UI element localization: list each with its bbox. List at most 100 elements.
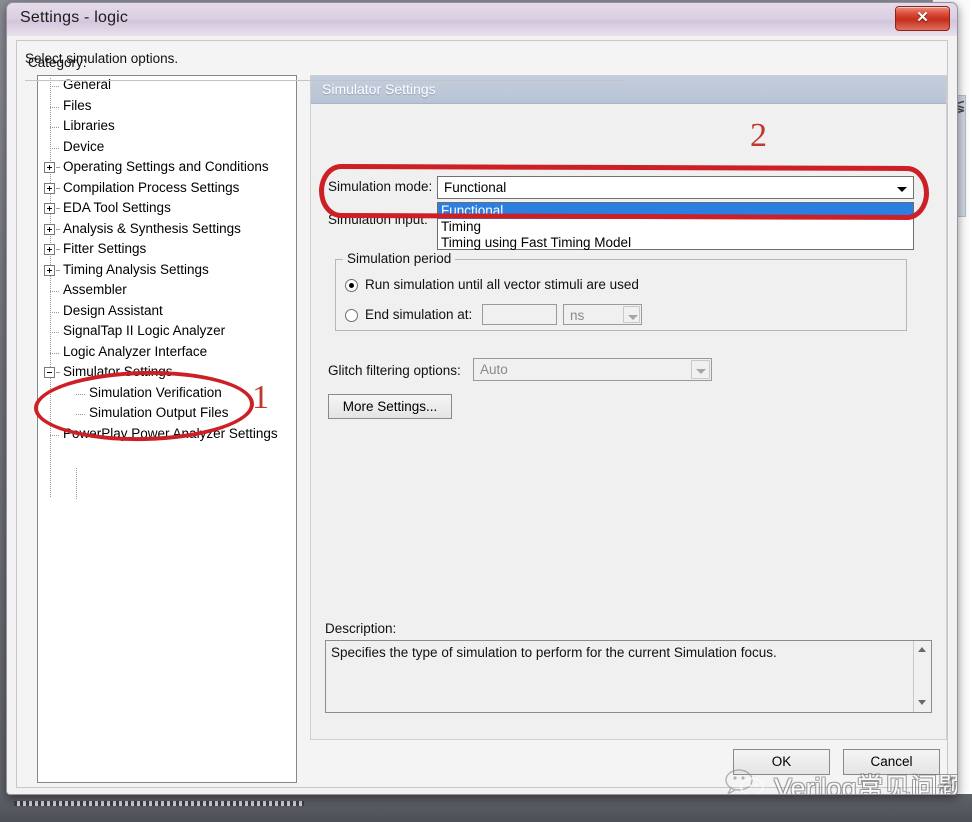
sidebar-item-label: Timing Analysis Settings — [63, 261, 209, 277]
expand-icon[interactable] — [44, 223, 55, 235]
sidebar-item-assembler[interactable]: Assembler — [38, 281, 296, 302]
sidebar-item-label: Files — [63, 97, 92, 113]
simulation-mode-dropdown-list[interactable]: Functional Timing Timing using Fast Timing… — [437, 202, 914, 250]
simulation-mode-value: Functional — [444, 180, 507, 195]
radio-run-until-all-vectors[interactable] — [345, 279, 358, 292]
sidebar-item-label: Simulator Settings — [63, 364, 173, 379]
panel-subtitle: Select simulation options. — [25, 51, 179, 66]
sidebar-item-label: Device — [63, 138, 105, 154]
desktop-bottom-strip — [0, 794, 972, 822]
description-label: Description: — [325, 621, 397, 636]
more-settings-label: More Settings... — [342, 399, 438, 414]
ok-label: OK — [771, 754, 792, 769]
description-scrollbar[interactable] — [913, 641, 931, 712]
title-bar[interactable]: Settings - logic ✕ — [7, 3, 957, 37]
glitch-filtering-combo[interactable]: Auto — [473, 358, 712, 381]
expand-icon[interactable] — [44, 244, 55, 255]
tree-connector — [50, 127, 59, 128]
tree-connector — [56, 228, 60, 230]
scroll-down-icon[interactable] — [915, 696, 929, 710]
radio-end-simulation-at[interactable] — [345, 309, 358, 322]
sidebar-item-simulation-verification[interactable]: Simulation Verification — [38, 384, 296, 405]
expand-icon[interactable] — [44, 203, 55, 214]
desktop-dotted-line — [14, 801, 304, 806]
sidebar-item-label: Design Assistant — [63, 302, 163, 318]
cancel-button[interactable]: Cancel — [843, 749, 940, 775]
scroll-up-icon[interactable] — [915, 643, 929, 657]
tree-connector — [50, 106, 59, 108]
sidebar-item-label: EDA Tool Settings — [63, 200, 171, 215]
sidebar-item-eda-tool-settings[interactable]: EDA Tool Settings — [38, 199, 296, 220]
close-button[interactable]: ✕ — [895, 6, 950, 31]
sidebar-item-label: Simulation Verification — [89, 384, 222, 400]
dropdown-option[interactable]: Functional — [438, 203, 913, 219]
expand-icon[interactable] — [44, 264, 55, 276]
glitch-filtering-label: Glitch filtering options: — [328, 363, 461, 378]
tree-connector — [50, 332, 59, 333]
time-unit-value: ns — [570, 308, 585, 323]
more-settings-button[interactable]: More Settings... — [328, 394, 452, 419]
tree-connector — [56, 249, 60, 250]
category-tree[interactable]: General Files Libraries Device Operating Set… — [37, 75, 297, 783]
panel-divider — [25, 80, 625, 81]
collapse-icon[interactable] — [44, 367, 55, 378]
expand-icon[interactable] — [44, 182, 55, 194]
sidebar-item-label: Fitter Settings — [63, 241, 147, 256]
description-box: Specifies the type of simulation to perf… — [325, 640, 932, 713]
panel-title: Simulator Settings — [322, 81, 436, 97]
sidebar-item-simulation-output-files[interactable]: Simulation Output Files — [38, 404, 296, 425]
tree-connector — [76, 414, 85, 415]
sidebar-item-label: PowerPlay Power Analyzer Settings — [63, 425, 278, 441]
simulation-mode-label: Simulation mode: — [328, 179, 433, 194]
window-title: Settings - logic — [20, 9, 129, 26]
chevron-down-icon[interactable] — [691, 360, 710, 379]
sidebar-item-timing-analysis-settings[interactable]: Timing Analysis Settings — [38, 261, 296, 282]
simulation-mode-combo[interactable]: Functional — [437, 176, 914, 199]
description-text: Specifies the type of simulation to perf… — [331, 645, 777, 660]
simulation-period-legend: Simulation period — [343, 251, 456, 266]
sidebar-item-files[interactable]: Files — [38, 97, 296, 118]
expand-icon[interactable] — [44, 162, 55, 173]
time-unit-combo[interactable]: ns — [563, 304, 642, 325]
dropdown-option[interactable]: Timing — [438, 219, 913, 235]
sidebar-item-powerplay-power-analyzer-settings[interactable]: PowerPlay Power Analyzer Settings — [38, 425, 296, 446]
sidebar-item-label: Compilation Process Settings — [63, 179, 240, 195]
sidebar-item-device[interactable]: Device — [38, 138, 296, 159]
tree-connector — [56, 372, 60, 373]
close-icon: ✕ — [916, 9, 929, 26]
tree-connector — [50, 352, 59, 354]
tree-connector — [50, 311, 59, 313]
sidebar-item-simulator-settings[interactable]: Simulator Settings — [38, 363, 296, 384]
sidebar-item-logic-analyzer-interface[interactable]: Logic Analyzer Interface — [38, 343, 296, 364]
end-simulation-time-input[interactable] — [482, 304, 557, 325]
settings-dialog: Settings - logic ✕ Category: General File… — [6, 2, 958, 795]
tree-connector — [56, 167, 60, 168]
sidebar-item-label: Analysis & Synthesis Settings — [63, 220, 241, 236]
sidebar-item-label: Operating Settings and Conditions — [63, 159, 269, 174]
radio-run-until-all-vectors-label: Run simulation until all vector stimuli … — [365, 277, 639, 292]
sidebar-item-fitter-settings[interactable]: Fitter Settings — [38, 240, 296, 261]
glitch-filtering-value: Auto — [480, 362, 508, 377]
radio-end-simulation-at-label: End simulation at: — [365, 307, 473, 322]
chevron-down-icon[interactable] — [623, 306, 640, 323]
tree-connector — [76, 393, 85, 395]
sidebar-item-label: Logic Analyzer Interface — [63, 343, 208, 359]
sidebar-item-signaltap-ii-logic-analyzer[interactable]: SignalTap II Logic Analyzer — [38, 322, 296, 343]
ok-button[interactable]: OK — [733, 749, 830, 775]
tree-connector — [56, 187, 60, 189]
tree-connector — [50, 434, 59, 436]
dropdown-option[interactable]: Timing using Fast Timing Model — [438, 235, 913, 251]
sidebar-item-libraries[interactable]: Libraries — [38, 117, 296, 138]
sidebar-item-operating-settings-and-conditions[interactable]: Operating Settings and Conditions — [38, 158, 296, 179]
resize-grip[interactable] — [939, 777, 953, 791]
sidebar-item-compilation-process-settings[interactable]: Compilation Process Settings — [38, 179, 296, 200]
tree-child-trunk-line — [76, 468, 77, 500]
sidebar-item-analysis-synthesis-settings[interactable]: Analysis & Synthesis Settings — [38, 220, 296, 241]
tree-connector — [56, 269, 60, 271]
category-tree-items: General Files Libraries Device Operating Set… — [38, 76, 296, 445]
sidebar-item-design-assistant[interactable]: Design Assistant — [38, 302, 296, 323]
tree-connector — [56, 208, 60, 209]
cancel-label: Cancel — [870, 754, 913, 769]
tree-connector — [50, 86, 59, 87]
chevron-down-icon[interactable] — [893, 179, 911, 200]
